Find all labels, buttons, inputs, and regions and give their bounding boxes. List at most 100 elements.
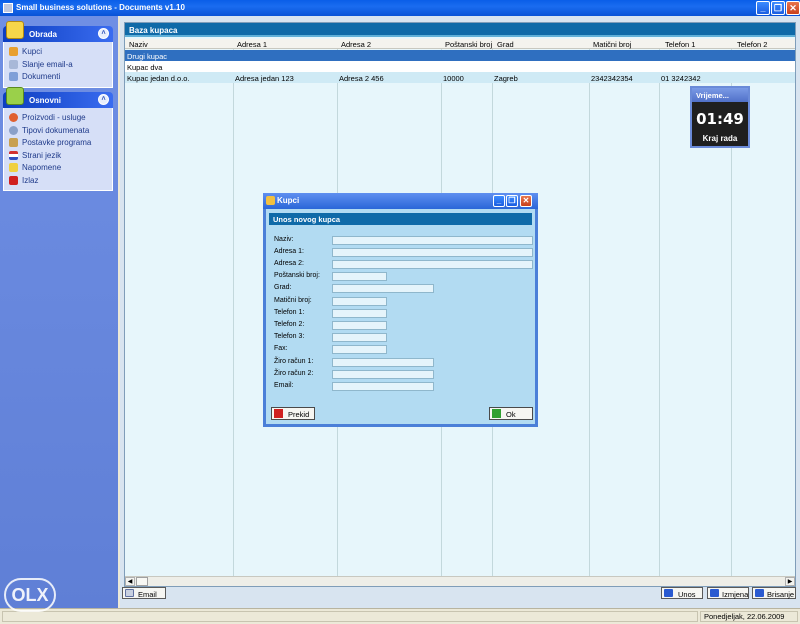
- telefon-1-input[interactable]: [332, 309, 387, 318]
- telefon-2-input[interactable]: [332, 321, 387, 330]
- brisanje-button-label: Brisanje: [767, 589, 795, 599]
- note-icon: [9, 163, 18, 172]
- grid-panel-header: Baza kupaca: [125, 23, 795, 37]
- horizontal-scrollbar[interactable]: ◀ ▶: [125, 576, 795, 586]
- field-label: Telefon 2:: [274, 321, 305, 328]
- table-row[interactable]: Kupac jedan d.o.o. Adresa jedan 123 Adre…: [125, 72, 795, 83]
- dialog-minimize-button[interactable]: _: [493, 195, 505, 207]
- email-button-label: Email: [138, 589, 157, 599]
- sidebar-item-postavke-programa[interactable]: Postavke programa: [4, 136, 112, 149]
- ziro-racun-1-input[interactable]: [332, 358, 434, 367]
- telefon-3-input[interactable]: [332, 333, 387, 342]
- settings-icon: [9, 138, 18, 147]
- column-header[interactable]: Naziv: [129, 40, 148, 49]
- collapse-icon[interactable]: ˄: [98, 28, 109, 39]
- add-icon: [664, 589, 673, 597]
- cancel-button[interactable]: Prekid: [271, 407, 315, 420]
- sidebar-item-label: Kupci: [22, 47, 43, 56]
- clock-title: Vrijeme...: [692, 88, 748, 102]
- sidebar-item-label: Napomene: [22, 163, 62, 172]
- exit-work-button[interactable]: Kraj rada: [692, 134, 748, 143]
- column-header[interactable]: Adresa 2: [341, 40, 371, 49]
- sidebar: Obrada ˄ Kupci Slanje email-a Dokumenti …: [0, 16, 118, 608]
- ok-button-label: Ok: [506, 410, 516, 419]
- scroll-left-icon[interactable]: ◀: [125, 577, 135, 586]
- folder-open-icon: [6, 21, 24, 39]
- table-row[interactable]: Kupac dva: [125, 61, 795, 72]
- exit-icon: [9, 175, 18, 185]
- field-label: Adresa 1:: [274, 248, 304, 255]
- sidebar-item-napomene[interactable]: Napomene: [4, 161, 112, 174]
- ok-button[interactable]: Ok: [489, 407, 533, 420]
- sidebar-item-kupci[interactable]: Kupci: [4, 45, 112, 58]
- sidebar-group-header-obrada[interactable]: Obrada ˄: [3, 21, 113, 42]
- maximize-button[interactable]: ❐: [771, 1, 785, 15]
- brisanje-button[interactable]: Brisanje: [752, 587, 796, 599]
- cell-naziv: Drugi kupac: [127, 51, 168, 61]
- sidebar-item-slanje-emaila[interactable]: Slanje email-a: [4, 58, 112, 71]
- sidebar-item-proizvodi[interactable]: Proizvodi - usluge: [4, 111, 112, 124]
- cell-adresa-2: Adresa 2 456: [339, 73, 384, 83]
- scroll-right-icon[interactable]: ▶: [785, 577, 795, 586]
- cell-adresa-1: Adresa jedan 123: [235, 73, 294, 83]
- user-icon: [266, 196, 275, 205]
- cell-postanski-broj: 10000: [443, 73, 464, 83]
- maticni-broj-input[interactable]: [332, 297, 387, 306]
- izmjena-button[interactable]: Izmjena: [707, 587, 749, 599]
- dialog-close-button[interactable]: ✕: [520, 195, 532, 207]
- fax-input[interactable]: [332, 345, 387, 354]
- cancel-button-label: Prekid: [288, 410, 310, 419]
- table-row[interactable]: Drugi kupac: [125, 50, 795, 61]
- close-button[interactable]: ✕: [786, 1, 800, 15]
- adresa-1-input[interactable]: [332, 248, 533, 257]
- column-divider: [659, 49, 660, 581]
- column-header[interactable]: Telefon 2: [737, 40, 767, 49]
- sidebar-item-tipovi-dokumenata[interactable]: Tipovi dokumenata: [4, 124, 112, 137]
- column-header[interactable]: Telefon 1: [665, 40, 695, 49]
- cell-naziv: Kupac dva: [127, 62, 163, 72]
- column-header[interactable]: Matični broj: [593, 40, 631, 49]
- sidebar-group-body: Kupci Slanje email-a Dokumenti: [3, 42, 113, 88]
- maximize-icon: ❐: [508, 196, 516, 205]
- sidebar-group-osnovni: Osnovni ˄ Proizvodi - usluge Tipovi doku…: [3, 87, 113, 191]
- dialog-subtitle: Unos novog kupca: [269, 213, 532, 225]
- sidebar-group-title: Osnovni: [29, 96, 62, 105]
- column-divider: [233, 49, 234, 581]
- sidebar-item-label: Slanje email-a: [22, 59, 73, 69]
- grad-input[interactable]: [332, 284, 434, 293]
- column-header[interactable]: Grad: [497, 40, 514, 49]
- collapse-icon[interactable]: ˄: [98, 94, 109, 105]
- dialog-maximize-button[interactable]: ❐: [506, 195, 518, 207]
- products-icon: [9, 113, 18, 122]
- window-title-bar: Small business solutions - Documents v1.…: [0, 0, 800, 16]
- email-input[interactable]: [332, 382, 434, 391]
- clock-widget: Vrijeme... 01:49 Kraj rada: [690, 86, 750, 148]
- sidebar-item-label: Strani jezik: [22, 150, 62, 160]
- adresa-2-input[interactable]: [332, 260, 533, 269]
- izmjena-button-label: Izmjena: [722, 589, 749, 599]
- sidebar-group-header-osnovni[interactable]: Osnovni ˄: [3, 87, 113, 108]
- edit-icon: [710, 589, 719, 597]
- cell-grad: Zagreb: [494, 73, 518, 83]
- sidebar-item-label: Postavke programa: [22, 138, 92, 147]
- field-label: Žiro račun 1:: [274, 358, 314, 365]
- grid-title: Baza kupaca: [129, 26, 178, 35]
- field-label: Fax:: [274, 345, 288, 352]
- clock-time: 01:49: [696, 110, 744, 128]
- postanski-broj-input[interactable]: [332, 272, 387, 281]
- sidebar-item-izlaz[interactable]: Izlaz: [4, 174, 112, 187]
- sidebar-item-dokumenti[interactable]: Dokumenti: [4, 70, 112, 83]
- minimize-button[interactable]: _: [756, 1, 770, 15]
- email-button[interactable]: Email: [122, 587, 166, 599]
- naziv-input[interactable]: [332, 236, 533, 245]
- ziro-racun-2-input[interactable]: [332, 370, 434, 379]
- document-icon: [9, 72, 18, 81]
- column-header[interactable]: Adresa 1: [237, 40, 267, 49]
- scroll-thumb[interactable]: [136, 577, 148, 586]
- sidebar-item-strani-jezik[interactable]: Strani jezik: [4, 149, 112, 162]
- email-icon: [9, 59, 18, 69]
- unos-button[interactable]: Unos: [661, 587, 703, 599]
- field-label: Naziv:: [274, 236, 294, 243]
- column-header[interactable]: Poštanski broj: [445, 40, 492, 49]
- field-label: Poštanski broj:: [274, 272, 320, 279]
